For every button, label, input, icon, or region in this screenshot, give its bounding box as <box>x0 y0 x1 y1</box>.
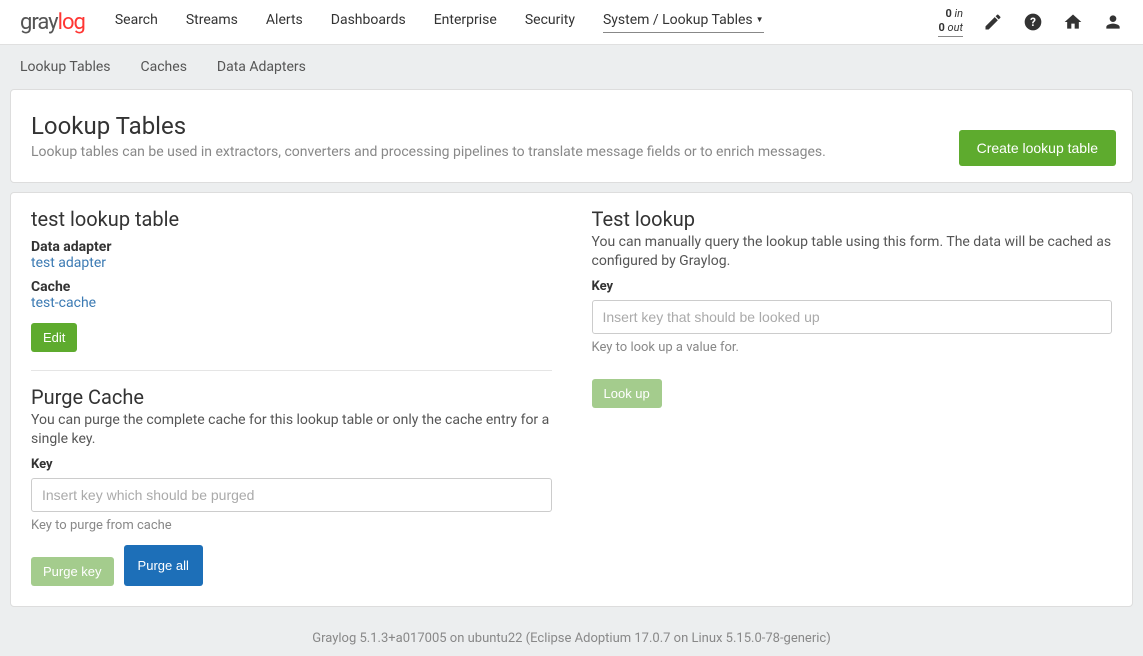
logo[interactable]: graylog <box>20 10 85 35</box>
purge-key-hint: Key to purge from cache <box>31 518 552 533</box>
test-key-input[interactable] <box>592 300 1113 334</box>
nav-alerts[interactable]: Alerts <box>266 12 303 33</box>
purge-title: Purge Cache <box>31 385 552 409</box>
edit-button[interactable]: Edit <box>31 323 77 352</box>
nav-search[interactable]: Search <box>115 12 158 33</box>
nav-security[interactable]: Security <box>525 12 575 33</box>
nav-enterprise[interactable]: Enterprise <box>434 12 497 33</box>
page-title: Lookup Tables <box>31 112 1112 140</box>
purge-key-label: Key <box>31 457 552 472</box>
data-adapter-link[interactable]: test adapter <box>31 255 552 271</box>
lookup-table-name: test lookup table <box>31 207 552 231</box>
logo-part2: log <box>58 10 85 35</box>
nav-system-label: System / Lookup Tables <box>603 12 753 28</box>
purge-key-input[interactable] <box>31 478 552 512</box>
cache-link[interactable]: test-cache <box>31 295 552 311</box>
svg-text:?: ? <box>1030 15 1036 29</box>
nav-system[interactable]: System / Lookup Tables▼ <box>603 12 764 33</box>
subnav-lookup-tables[interactable]: Lookup Tables <box>20 59 111 75</box>
help-icon[interactable]: ? <box>1023 12 1043 32</box>
page-description: Lookup tables can be used in extractors,… <box>31 144 1112 160</box>
page-header: Lookup Tables Lookup tables can be used … <box>10 89 1133 183</box>
scratchpad-icon[interactable] <box>983 12 1003 32</box>
nav-streams[interactable]: Streams <box>186 12 238 33</box>
test-key-label: Key <box>592 279 1113 294</box>
purge-description: You can purge the complete cache for thi… <box>31 411 552 449</box>
purge-key-button[interactable]: Purge key <box>31 557 114 586</box>
chevron-down-icon: ▼ <box>756 15 764 24</box>
subnav-caches[interactable]: Caches <box>141 59 187 75</box>
test-key-hint: Key to look up a value for. <box>592 340 1113 355</box>
throughput-stats: 0 in 0 out <box>938 7 963 36</box>
data-adapter-label: Data adapter <box>31 239 552 255</box>
user-icon[interactable] <box>1103 12 1123 32</box>
test-lookup-title: Test lookup <box>592 207 1113 231</box>
test-lookup-description: You can manually query the lookup table … <box>592 233 1113 271</box>
footer-version: Graylog 5.1.3+a017005 on ubuntu22 (Eclip… <box>0 631 1143 656</box>
cache-label: Cache <box>31 279 552 295</box>
create-lookup-table-button[interactable]: Create lookup table <box>959 130 1116 166</box>
subnav-data-adapters[interactable]: Data Adapters <box>217 59 306 75</box>
purge-all-button[interactable]: Purge all <box>124 545 203 586</box>
lookup-button[interactable]: Look up <box>592 379 662 408</box>
logo-part1: gray <box>20 10 58 35</box>
nav-dashboards[interactable]: Dashboards <box>331 12 406 33</box>
divider <box>31 370 552 371</box>
home-icon[interactable] <box>1063 12 1083 32</box>
